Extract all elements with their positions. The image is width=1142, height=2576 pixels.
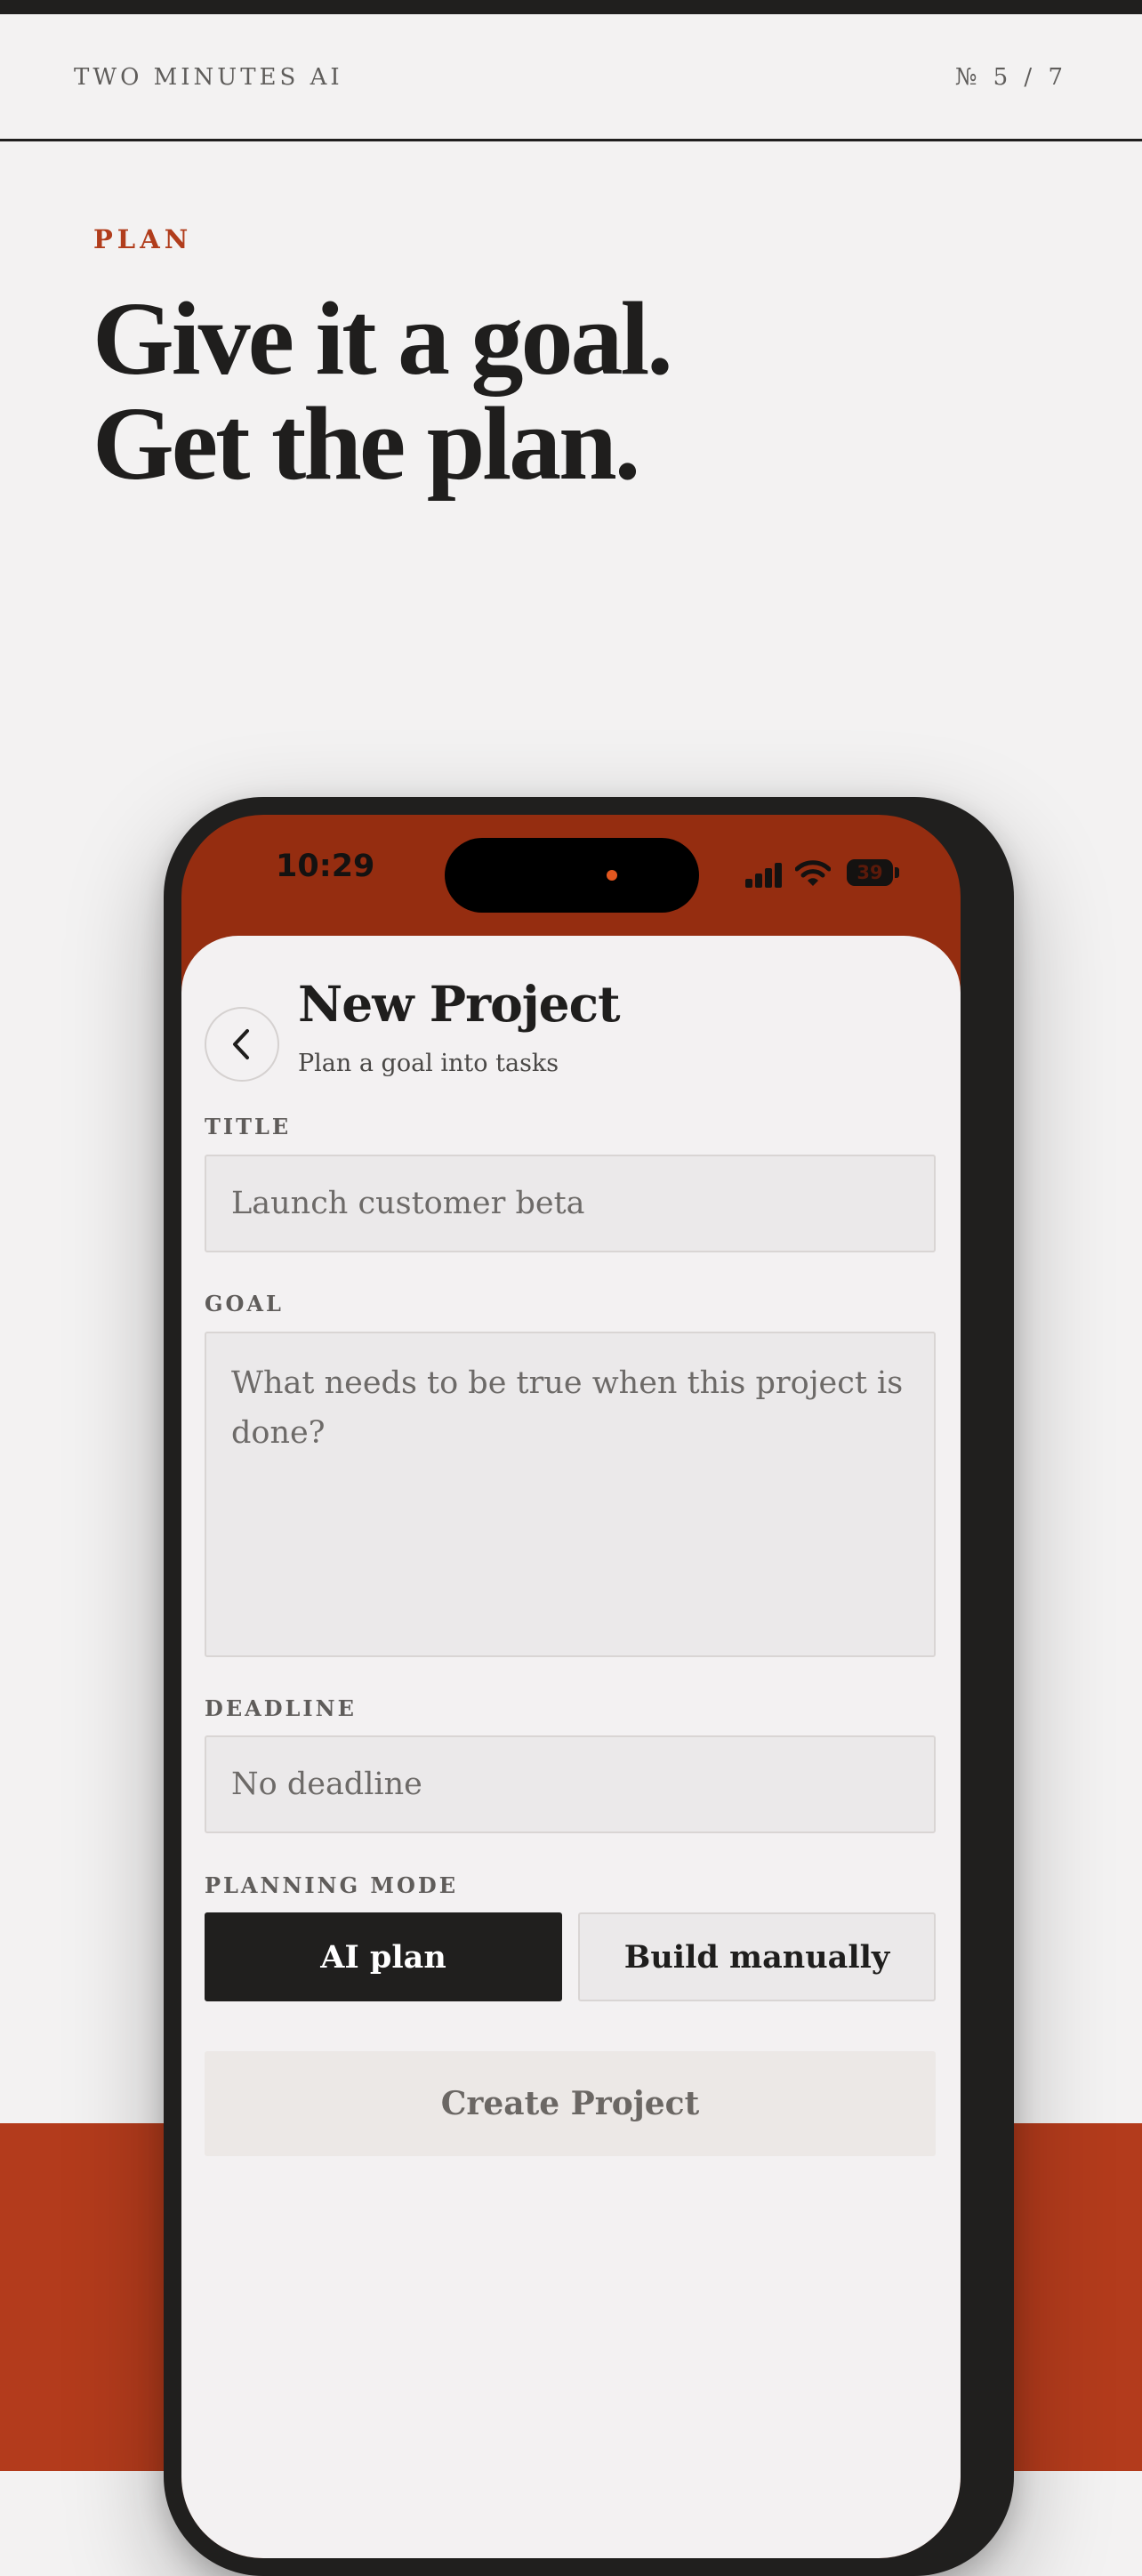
headline-line-2: Get the plan. <box>92 385 640 502</box>
new-project-sheet: New Project Plan a goal into tasks TITLE… <box>181 936 961 2558</box>
title-input[interactable] <box>205 1155 936 1252</box>
battery-level: 39 <box>856 862 883 883</box>
top-strip <box>0 0 1142 14</box>
page-indicator: № 5 / 7 <box>954 64 1067 91</box>
screen-subtitle: Plan a goal into tasks <box>298 1050 559 1077</box>
wifi-icon <box>794 859 832 888</box>
deadline-input[interactable] <box>205 1735 936 1833</box>
battery-icon: 39 <box>847 859 893 886</box>
phone-frame: 10:29 39 New Project Plan a goal into ta… <box>164 797 1014 2576</box>
camera-indicator-icon <box>607 870 617 881</box>
goal-label: GOAL <box>205 1291 284 1316</box>
goal-textarea[interactable] <box>205 1332 936 1657</box>
brand-name: TWO MINUTES AI <box>74 64 343 91</box>
chevron-left-icon <box>233 1029 249 1059</box>
build-manually-button[interactable]: Build manually <box>578 1912 936 2001</box>
create-project-button[interactable]: Create Project <box>205 2051 936 2156</box>
back-button[interactable] <box>205 1007 279 1082</box>
dynamic-island <box>445 838 699 913</box>
page-header: TWO MINUTES AI № 5 / 7 <box>0 14 1142 141</box>
cellular-signal-icon <box>745 863 784 888</box>
phone-screen: 10:29 39 New Project Plan a goal into ta… <box>181 815 961 2558</box>
section-eyebrow: PLAN <box>93 224 193 254</box>
battery-nub <box>895 867 899 878</box>
ai-plan-button[interactable]: AI plan <box>205 1912 562 2001</box>
hero-headline: Give it a goal. Get the plan. <box>92 280 673 502</box>
title-label: TITLE <box>205 1114 292 1139</box>
deadline-label: DEADLINE <box>205 1695 357 1721</box>
headline-line-1: Give it a goal. <box>92 280 673 397</box>
status-time: 10:29 <box>276 849 375 884</box>
screen-title: New Project <box>298 975 621 1033</box>
planning-mode-label: PLANNING MODE <box>205 1872 459 1898</box>
